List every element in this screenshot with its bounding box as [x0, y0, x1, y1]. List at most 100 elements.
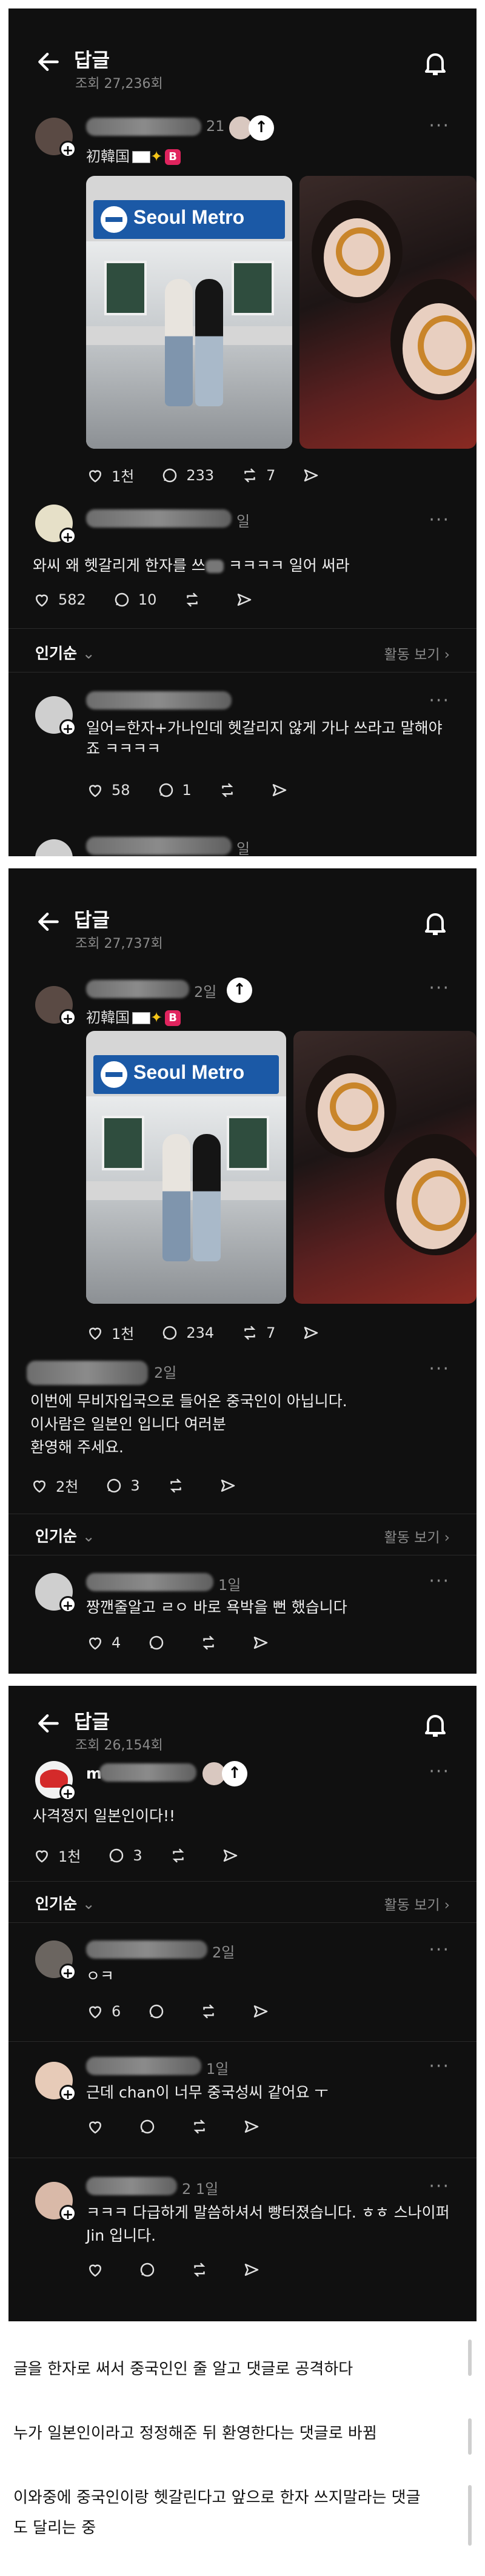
- more-options-icon[interactable]: ···: [429, 115, 450, 136]
- post-photo-selfie[interactable]: [293, 1031, 477, 1304]
- comment-button[interactable]: 10: [113, 591, 156, 609]
- bell-icon[interactable]: [421, 908, 450, 937]
- like-button[interactable]: [86, 2261, 112, 2279]
- avatar[interactable]: +: [35, 1573, 76, 1614]
- view-count: 조회 26,154회: [75, 1738, 163, 1753]
- like-button[interactable]: [86, 2118, 112, 2136]
- bell-icon[interactable]: [421, 1710, 450, 1739]
- follow-plus-icon[interactable]: +: [59, 1596, 76, 1614]
- redacted-username: [86, 837, 232, 855]
- back-arrow-icon[interactable]: [35, 908, 62, 935]
- share-button[interactable]: [252, 2002, 277, 2021]
- bell-icon[interactable]: [421, 49, 450, 78]
- share-button[interactable]: [242, 2118, 268, 2136]
- like-button[interactable]: 6: [86, 2002, 121, 2021]
- follow-plus-icon[interactable]: +: [59, 1009, 76, 1027]
- repost-button[interactable]: 7: [241, 1324, 275, 1342]
- share-button[interactable]: [221, 1846, 247, 1865]
- comment-button[interactable]: [138, 2261, 164, 2279]
- follow-plus-icon[interactable]: +: [59, 528, 76, 545]
- scrollbar-thumb[interactable]: [468, 2340, 472, 2376]
- share-button[interactable]: [219, 1477, 244, 1495]
- more-options-icon[interactable]: ···: [429, 1358, 450, 1380]
- comment-button[interactable]: 3: [105, 1477, 140, 1495]
- comment-time: 2 1일: [182, 2181, 219, 2198]
- comment-button[interactable]: [138, 2118, 164, 2136]
- repost-button[interactable]: [169, 1846, 195, 1865]
- comment-button[interactable]: 234: [161, 1324, 214, 1342]
- repost-button[interactable]: [183, 591, 209, 609]
- more-options-icon[interactable]: ···: [429, 1939, 450, 1961]
- scrollbar-thumb[interactable]: [468, 2485, 472, 2546]
- follow-plus-icon[interactable]: +: [59, 141, 76, 158]
- like-button[interactable]: 58: [86, 781, 130, 799]
- post-photo-metro[interactable]: Seoul Metro: [86, 176, 292, 449]
- repost-button[interactable]: [190, 2118, 216, 2136]
- share-button[interactable]: [302, 1324, 327, 1342]
- back-arrow-icon[interactable]: [35, 1710, 62, 1737]
- page-title: 답글: [74, 908, 110, 931]
- comment-button[interactable]: [147, 1634, 173, 1652]
- repost-button[interactable]: [190, 2261, 216, 2279]
- more-options-icon[interactable]: ···: [429, 1571, 450, 1592]
- like-button[interactable]: 582: [33, 591, 86, 609]
- view-activity-link[interactable]: 활동 보기 ›: [384, 1526, 450, 1546]
- share-button[interactable]: [242, 2261, 268, 2279]
- like-button[interactable]: 1천: [86, 465, 134, 486]
- comment-button[interactable]: 3: [107, 1846, 142, 1865]
- repost-button[interactable]: [218, 781, 244, 799]
- sort-dropdown[interactable]: 인기순 ⌄: [35, 1892, 95, 1914]
- reply-actions: 2천 3: [30, 1475, 271, 1496]
- follow-plus-icon[interactable]: +: [59, 2205, 76, 2222]
- more-options-icon[interactable]: ···: [429, 2176, 450, 2197]
- back-arrow-icon[interactable]: [35, 49, 62, 75]
- view-activity-link[interactable]: 활동 보기 ›: [384, 643, 450, 663]
- doodle-mark: [412, 1170, 466, 1231]
- comment-button[interactable]: 1: [157, 781, 192, 799]
- avatar[interactable]: +: [35, 118, 76, 158]
- share-button[interactable]: [302, 466, 327, 485]
- avatar[interactable]: +: [35, 986, 76, 1027]
- avatar[interactable]: +: [35, 1761, 76, 1802]
- sort-dropdown[interactable]: 인기순 ⌄: [35, 642, 95, 663]
- share-button[interactable]: [252, 1634, 277, 1652]
- comment-button[interactable]: [147, 2002, 173, 2021]
- more-options-icon[interactable]: ···: [429, 1761, 450, 1782]
- follow-plus-icon[interactable]: +: [59, 719, 76, 737]
- post-photo-metro[interactable]: Seoul Metro: [86, 1031, 286, 1304]
- comment-button[interactable]: 233: [161, 466, 214, 485]
- repost-button[interactable]: [199, 1634, 225, 1652]
- send-icon: [304, 469, 318, 481]
- more-options-icon[interactable]: ···: [429, 509, 450, 531]
- post-time: 2일: [194, 984, 217, 1001]
- view-activity-link[interactable]: 활동 보기 ›: [384, 1893, 450, 1914]
- sort-dropdown[interactable]: 인기순 ⌄: [35, 1524, 95, 1546]
- avatar[interactable]: +: [35, 505, 76, 545]
- follow-button[interactable]: ↑: [227, 978, 252, 1003]
- like-button[interactable]: 1천: [33, 1845, 81, 1866]
- follow-plus-icon[interactable]: +: [59, 1784, 76, 1802]
- follow-plus-icon[interactable]: +: [59, 2085, 76, 2102]
- repost-button[interactable]: 7: [241, 466, 275, 485]
- avatar[interactable]: [35, 839, 73, 856]
- follow-plus-icon[interactable]: +: [59, 1964, 76, 1981]
- repost-button[interactable]: [167, 1477, 192, 1495]
- comment-text: ㅇㅋ: [86, 1967, 115, 1985]
- like-button[interactable]: 1천: [86, 1322, 134, 1343]
- avatar[interactable]: +: [35, 696, 76, 737]
- follow-button[interactable]: ↑: [249, 115, 274, 141]
- scrollbar-thumb[interactable]: [468, 2418, 472, 2455]
- like-button[interactable]: 4: [86, 1634, 121, 1652]
- avatar[interactable]: +: [35, 2062, 76, 2102]
- repost-button[interactable]: [199, 2002, 225, 2021]
- more-options-icon[interactable]: ···: [429, 2056, 450, 2077]
- post-photo-selfie[interactable]: [299, 176, 477, 449]
- avatar[interactable]: +: [35, 1940, 76, 1981]
- share-button[interactable]: [270, 781, 296, 799]
- more-options-icon[interactable]: ···: [429, 690, 450, 711]
- more-options-icon[interactable]: ···: [429, 978, 450, 999]
- like-button[interactable]: 2천: [30, 1475, 78, 1496]
- share-button[interactable]: [235, 591, 261, 609]
- follow-button[interactable]: ↑: [222, 1761, 247, 1786]
- avatar[interactable]: +: [35, 2182, 76, 2222]
